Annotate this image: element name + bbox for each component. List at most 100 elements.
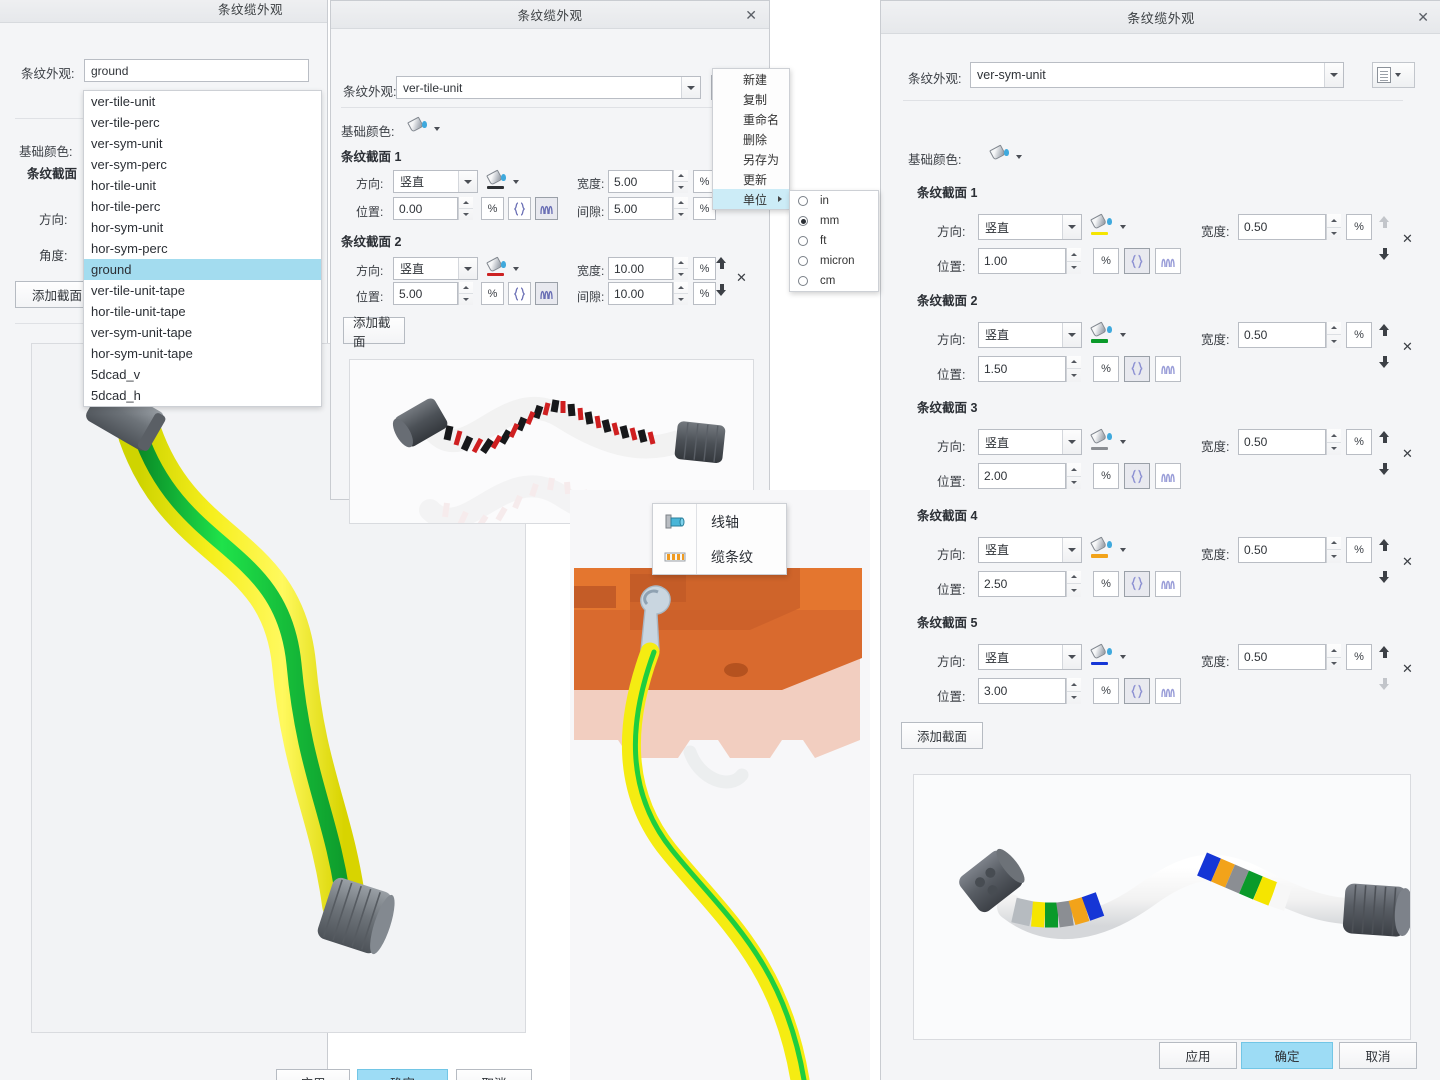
- right-section-4-width-percent[interactable]: %: [1346, 536, 1372, 563]
- middle-section-2-percent-button[interactable]: %: [481, 282, 504, 305]
- middle-section-2-gap-percent[interactable]: %: [693, 282, 716, 305]
- right-section-1-width-percent[interactable]: %: [1346, 214, 1372, 240]
- menu-item-更新[interactable]: 更新: [713, 169, 789, 189]
- middle-section-2-position-stepper[interactable]: 5.00: [393, 282, 473, 305]
- appearance-option-ver-sym-unit[interactable]: ver-sym-unit: [84, 133, 321, 154]
- middle-section-1-direction-combobox[interactable]: 竖直: [393, 170, 478, 193]
- middle-section-1-width-input[interactable]: 5.00: [608, 170, 673, 193]
- middle-section-1-brace-button[interactable]: [508, 197, 531, 220]
- right-section-1-delete-icon[interactable]: ✕: [1402, 232, 1413, 245]
- middle-section-2-color-bucket-icon[interactable]: [486, 256, 506, 276]
- right-section-4-delete-icon[interactable]: ✕: [1402, 555, 1413, 568]
- middle-dialog-close-icon[interactable]: ✕: [745, 8, 757, 22]
- right-section-2-percent-button[interactable]: %: [1093, 355, 1119, 382]
- appearance-option-ver-tile-unit[interactable]: ver-tile-unit: [84, 91, 321, 112]
- right-section-4-width-stepper[interactable]: 0.50: [1238, 536, 1341, 563]
- right-section-5-width-percent[interactable]: %: [1346, 644, 1372, 670]
- right-section-2-wave-button[interactable]: [1155, 355, 1181, 382]
- middle-section-2-width-spinner[interactable]: [673, 257, 688, 280]
- right-section-5-position-spinner[interactable]: [1066, 678, 1081, 704]
- right-section-3-position-input[interactable]: 2.00: [978, 463, 1066, 489]
- right-section-1-width-spinner[interactable]: [1326, 214, 1341, 240]
- right-section-5-brace-button[interactable]: [1124, 678, 1150, 704]
- menu-item-复制[interactable]: 复制: [713, 89, 789, 109]
- right-ok-button[interactable]: 确定: [1241, 1042, 1333, 1069]
- appearance-option-hor-sym-unit-tape[interactable]: hor-sym-unit-tape: [84, 343, 321, 364]
- left-appearance-combobox[interactable]: ground: [84, 59, 309, 82]
- left-apply-button[interactable]: 应用: [276, 1069, 350, 1080]
- middle-section-2-gap-spinner[interactable]: [673, 282, 688, 305]
- right-section-5-color-chevron-down-icon[interactable]: [1120, 655, 1126, 659]
- middle-section-1-position-spinner[interactable]: [458, 197, 473, 220]
- middle-section-1-position-stepper[interactable]: 0.00: [393, 197, 473, 220]
- appearance-option-5dcad_h[interactable]: 5dcad_h: [84, 385, 321, 406]
- middle-section-2-width-stepper[interactable]: 10.00: [608, 257, 688, 280]
- context-menu-item-缆条纹[interactable]: 缆条纹: [653, 539, 786, 574]
- middle-section-1-gap-stepper[interactable]: 5.00: [608, 197, 688, 220]
- right-section-2-move-down-icon[interactable]: [1379, 355, 1390, 368]
- unit-option-mm[interactable]: mm: [790, 211, 878, 231]
- right-section-2-direction-combobox[interactable]: 竖直: [978, 321, 1082, 348]
- right-section-1-percent-button[interactable]: %: [1093, 248, 1119, 274]
- chevron-down-icon[interactable]: [458, 171, 477, 192]
- menu-item-重命名[interactable]: 重命名: [713, 109, 789, 129]
- right-base-color-chevron-down-icon[interactable]: [1016, 155, 1022, 159]
- middle-section-1-position-input[interactable]: 0.00: [393, 197, 458, 220]
- right-section-2-move-up-icon[interactable]: [1379, 323, 1390, 336]
- right-section-5-move-up-icon[interactable]: [1379, 646, 1390, 658]
- right-appearance-chevron-down-icon[interactable]: [1324, 63, 1343, 87]
- right-section-1-brace-button[interactable]: [1124, 248, 1150, 274]
- right-section-3-color-chevron-down-icon[interactable]: [1120, 440, 1126, 444]
- right-base-color-bucket-icon[interactable]: [989, 144, 1009, 164]
- middle-add-section-button[interactable]: 添加截面: [343, 316, 405, 349]
- right-section-1-color-chevron-down-icon[interactable]: [1120, 225, 1126, 229]
- appearance-dropdown-list[interactable]: ver-tile-unit ver-tile-perc ver-sym-unit ve…: [83, 90, 322, 407]
- appearance-option-hor-tile-unit[interactable]: hor-tile-unit: [84, 175, 321, 196]
- middle-section-2-wave-button[interactable]: [535, 282, 558, 305]
- right-section-4-wave-button[interactable]: [1155, 570, 1181, 597]
- middle-appearance-chevron-down-icon[interactable]: [681, 77, 700, 98]
- unit-option-cm[interactable]: cm: [790, 271, 878, 291]
- middle-section-1-gap-spinner[interactable]: [673, 197, 688, 220]
- right-section-3-move-down-icon[interactable]: [1379, 463, 1390, 475]
- right-section-5-direction-combobox[interactable]: 竖直: [978, 644, 1082, 670]
- middle-section-1-gap-input[interactable]: 5.00: [608, 197, 673, 220]
- chevron-down-icon[interactable]: [1062, 537, 1081, 562]
- middle-section-1-width-spinner[interactable]: [673, 170, 688, 193]
- right-section-1-color-bucket-icon[interactable]: [1090, 213, 1112, 235]
- appearance-option-ground[interactable]: ground: [84, 259, 321, 280]
- right-section-4-percent-button[interactable]: %: [1093, 570, 1119, 597]
- right-section-5-position-input[interactable]: 3.00: [978, 678, 1066, 704]
- right-section-5-width-stepper[interactable]: 0.50: [1238, 644, 1341, 670]
- right-section-2-width-input[interactable]: 0.50: [1238, 321, 1326, 348]
- right-section-4-position-stepper[interactable]: 2.50: [978, 570, 1081, 597]
- menu-item-另存为[interactable]: 另存为: [713, 149, 789, 169]
- radio-icon[interactable]: [798, 236, 808, 246]
- appearance-option-ver-tile-unit-tape[interactable]: ver-tile-unit-tape: [84, 280, 321, 301]
- right-section-5-move-down-icon[interactable]: [1379, 678, 1390, 690]
- right-section-4-move-down-icon[interactable]: [1379, 570, 1390, 583]
- right-section-1-wave-button[interactable]: [1155, 248, 1181, 274]
- right-section-2-width-percent[interactable]: %: [1346, 321, 1372, 348]
- cable-context-menu[interactable]: 线轴 缆条纹: [652, 503, 787, 575]
- middle-base-color-bucket-icon[interactable]: [407, 116, 427, 136]
- right-section-5-width-spinner[interactable]: [1326, 644, 1341, 670]
- middle-section-1-percent-button[interactable]: %: [481, 197, 504, 220]
- unit-option-micron[interactable]: micron: [790, 251, 878, 271]
- radio-icon[interactable]: [798, 216, 808, 226]
- right-section-1-width-input[interactable]: 0.50: [1238, 214, 1326, 240]
- appearance-option-hor-sym-unit[interactable]: hor-sym-unit: [84, 217, 321, 238]
- right-appearance-combobox[interactable]: ver-sym-unit: [970, 62, 1344, 88]
- appearance-option-ver-sym-perc[interactable]: ver-sym-perc: [84, 154, 321, 175]
- middle-section-1-color-chevron-down-icon[interactable]: [513, 180, 519, 184]
- right-section-3-position-spinner[interactable]: [1066, 463, 1081, 489]
- right-section-2-position-stepper[interactable]: 1.50: [978, 355, 1081, 382]
- right-dialog-close-icon[interactable]: ✕: [1417, 10, 1429, 24]
- unit-option-ft[interactable]: ft: [790, 231, 878, 251]
- right-section-3-position-stepper[interactable]: 2.00: [978, 463, 1081, 489]
- chevron-down-icon[interactable]: [1062, 322, 1081, 347]
- right-section-1-move-up-icon[interactable]: [1379, 216, 1390, 228]
- middle-section-1-wave-button[interactable]: [535, 197, 558, 220]
- right-section-3-direction-combobox[interactable]: 竖直: [978, 429, 1082, 455]
- radio-icon[interactable]: [798, 256, 808, 266]
